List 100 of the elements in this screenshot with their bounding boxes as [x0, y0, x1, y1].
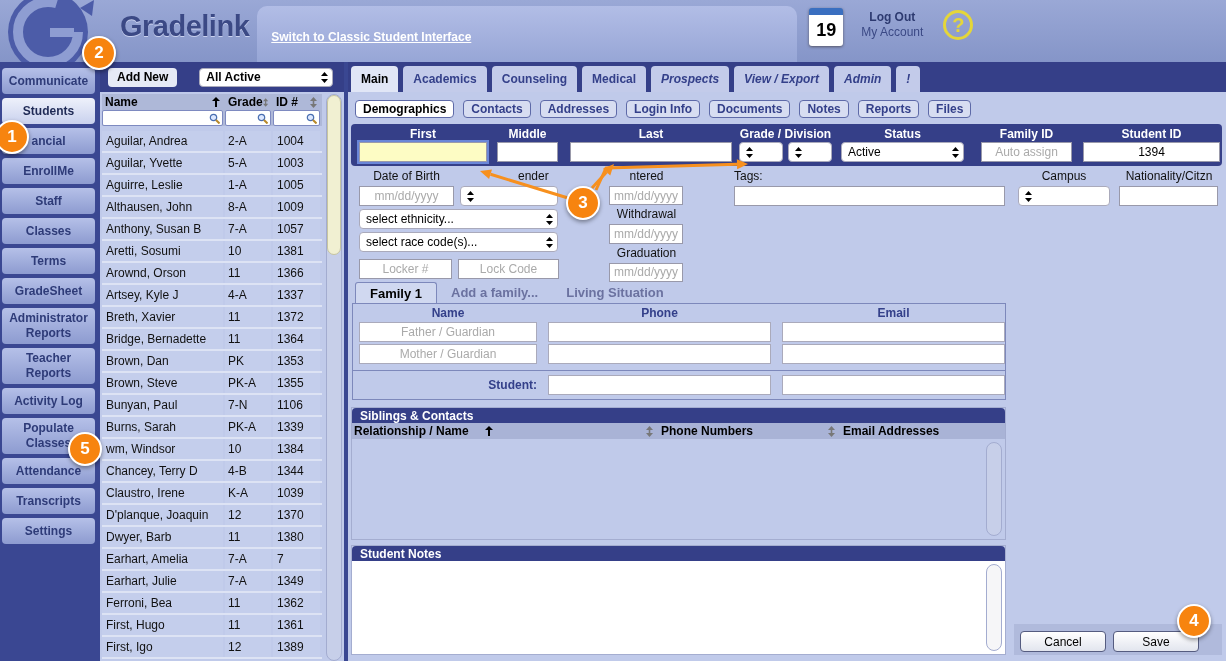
column-filter-field[interactable]	[273, 110, 320, 126]
nationality-field[interactable]	[1119, 186, 1218, 206]
nav-button[interactable]: Teacher Reports	[2, 348, 95, 384]
student-name[interactable]: Aretti, Sosumi	[102, 241, 223, 261]
sub-tab[interactable]: Notes	[799, 100, 849, 118]
text-field[interactable]: Auto assign	[981, 142, 1072, 162]
nav-button[interactable]: Settings	[2, 518, 95, 544]
sort-arrows-icon[interactable]	[310, 96, 317, 108]
gender-dropdown[interactable]	[460, 186, 558, 206]
nav-button[interactable]: Classes	[2, 218, 95, 244]
nav-button[interactable]: Attendance	[2, 458, 95, 484]
scrollbar[interactable]	[986, 442, 1002, 537]
phone-field[interactable]	[548, 322, 771, 342]
sub-tab[interactable]: Login Info	[626, 100, 701, 118]
column-filter-field[interactable]	[102, 110, 223, 126]
email-field[interactable]	[782, 322, 1005, 342]
student-name[interactable]: Anthony, Susan B	[102, 219, 223, 239]
nav-button[interactable]: Students	[2, 98, 95, 124]
student-name[interactable]: Burns, Sarah	[102, 417, 223, 437]
filter-dropdown[interactable]: All Active	[199, 67, 334, 87]
date-field[interactable]: mm/dd/yyyy	[359, 186, 454, 206]
student-name[interactable]: Aguirre, Leslie	[102, 175, 223, 195]
student-name[interactable]: Aguilar, Andrea	[102, 131, 223, 151]
dropdown[interactable]: Active	[841, 142, 964, 162]
sort-arrows-icon[interactable]	[828, 425, 835, 437]
nav-button[interactable]: Staff	[2, 188, 95, 214]
student-name[interactable]: Breth, Xavier	[102, 307, 223, 327]
text-field[interactable]: 1394	[1083, 142, 1220, 162]
nav-button[interactable]: Transcripts	[2, 488, 95, 514]
email-field[interactable]	[782, 375, 1005, 395]
locker-field[interactable]: Locker #	[359, 259, 452, 279]
search-icon[interactable]	[257, 112, 268, 124]
sub-tab[interactable]: Documents	[709, 100, 791, 118]
lock-code-field[interactable]: Lock Code	[458, 259, 559, 279]
student-name[interactable]: Brown, Steve	[102, 373, 223, 393]
student-name[interactable]: Claustro, Irene	[102, 483, 223, 503]
student-name[interactable]: First, Hugo	[102, 615, 223, 635]
student-name[interactable]: Chancey, Terry D	[102, 461, 223, 481]
column-header[interactable]: Name	[102, 94, 223, 110]
tab[interactable]: Main	[351, 66, 399, 92]
text-field[interactable]	[497, 142, 558, 162]
guardian-name-field[interactable]: Mother / Guardian	[359, 344, 537, 364]
date-field[interactable]: mm/dd/yyyy	[609, 186, 683, 206]
student-name[interactable]: Artsey, Kyle J	[102, 285, 223, 305]
scrollbar[interactable]	[326, 94, 342, 661]
cancel-button[interactable]: Cancel	[1020, 631, 1106, 652]
dropdown[interactable]	[788, 142, 832, 162]
student-name[interactable]: D'planque, Joaquin	[102, 505, 223, 525]
phone-field[interactable]	[548, 344, 771, 364]
student-name[interactable]: Aguilar, Yvette	[102, 153, 223, 173]
sort-up-icon[interactable]	[485, 426, 493, 436]
scrollbar[interactable]	[986, 564, 1002, 651]
student-name[interactable]: Earhart, Julie	[102, 571, 223, 591]
sort-up-icon[interactable]	[212, 97, 220, 107]
search-icon[interactable]	[306, 112, 317, 124]
tab[interactable]: Prospects	[651, 66, 730, 92]
tab[interactable]: Admin	[834, 66, 892, 92]
sub-tab[interactable]: Addresses	[539, 100, 618, 118]
date-field[interactable]: mm/dd/yyyy	[609, 224, 683, 244]
sub-tab[interactable]: Files	[928, 100, 972, 118]
tags-field[interactable]	[734, 186, 1005, 206]
tab[interactable]: Academics	[403, 66, 487, 92]
ethnicity-dropdown[interactable]: select ethnicity...	[359, 209, 558, 229]
nav-button[interactable]: Communicate	[2, 68, 95, 94]
phone-field[interactable]	[548, 375, 771, 395]
column-header[interactable]: Grade	[225, 94, 271, 110]
column-filter-field[interactable]	[225, 110, 271, 126]
nav-button[interactable]: GradeSheet	[2, 278, 95, 304]
column-header[interactable]: Relationship / Name	[352, 423, 497, 439]
family-tab[interactable]: Family 1	[355, 282, 438, 303]
search-icon[interactable]	[209, 112, 220, 124]
nav-button[interactable]: Administrator Reports	[2, 308, 95, 344]
student-name[interactable]: Brown, Dan	[102, 351, 223, 371]
student-name[interactable]: Bunyan, Paul	[102, 395, 223, 415]
nav-button[interactable]: Activity Log	[2, 388, 95, 414]
column-header[interactable]: ID #	[273, 94, 320, 110]
nav-button[interactable]: Terms	[2, 248, 95, 274]
student-name[interactable]: Ferroni, Bea	[102, 593, 223, 613]
campus-dropdown[interactable]	[1018, 186, 1110, 206]
text-field[interactable]	[570, 142, 732, 162]
tab[interactable]: View / Export	[734, 66, 829, 92]
date-field[interactable]: mm/dd/yyyy	[609, 262, 683, 282]
save-button[interactable]: Save	[1113, 631, 1199, 652]
logout-link[interactable]: Log Out	[869, 10, 916, 25]
notes-field[interactable]	[352, 561, 1005, 654]
column-header[interactable]: Phone Numbers	[659, 423, 839, 439]
student-name[interactable]: Althausen, John	[102, 197, 223, 217]
dropdown[interactable]	[739, 142, 783, 162]
student-name[interactable]: First, Igo	[102, 637, 223, 657]
sub-tab[interactable]: Contacts	[463, 100, 531, 118]
text-field[interactable]	[359, 142, 487, 162]
calendar-date[interactable]: 19	[809, 8, 844, 46]
student-name[interactable]: Arownd, Orson	[102, 263, 223, 283]
tab[interactable]: Medical	[582, 66, 647, 92]
add-new-button[interactable]: Add New	[108, 67, 178, 87]
sub-tab[interactable]: Demographics	[355, 100, 455, 118]
sub-tab[interactable]: Reports	[857, 100, 920, 118]
student-name[interactable]: Earhart, Amelia	[102, 549, 223, 569]
sort-arrows-icon[interactable]	[262, 96, 268, 108]
race-dropdown[interactable]: select race code(s)...	[359, 232, 558, 252]
